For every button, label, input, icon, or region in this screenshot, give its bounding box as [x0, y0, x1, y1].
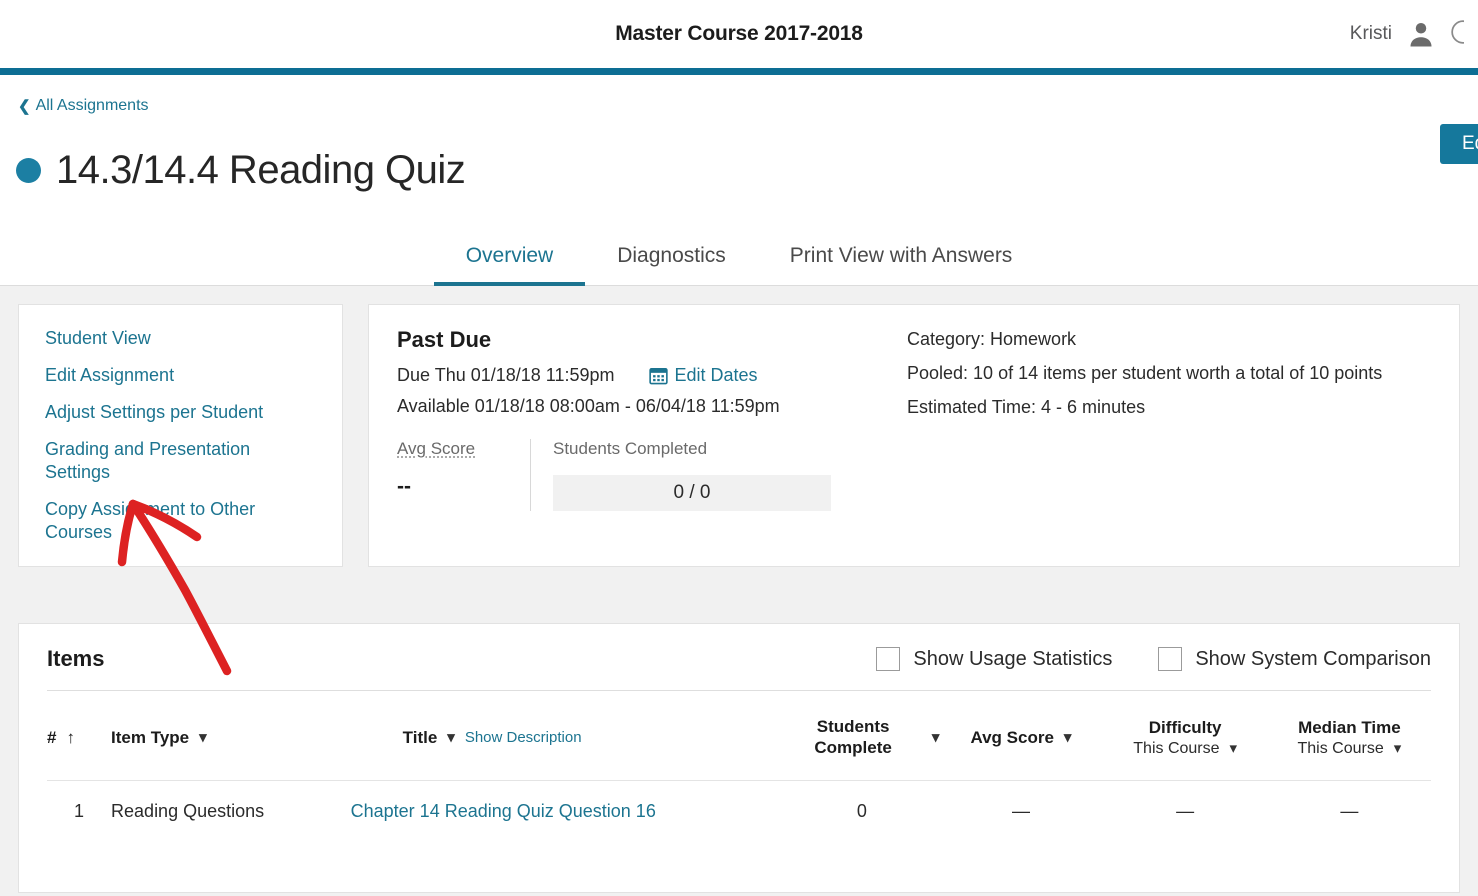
items-title: Items [47, 646, 105, 672]
table-row: 1 Reading Questions Chapter 14 Reading Q… [47, 781, 1431, 843]
status-dot-icon [16, 157, 41, 183]
edit-dates-link[interactable]: Edit Dates [648, 365, 758, 386]
column-subheader-median-time: This Course ▾ [1297, 739, 1402, 757]
assignment-actions-panel: Student View Edit Assignment Adjust Sett… [18, 304, 343, 568]
title-row: 14.3/14.4 Reading Quiz Edit [0, 116, 1478, 220]
show-usage-statistics-checkbox[interactable] [876, 647, 901, 672]
row-students-complete: 0 [856, 801, 867, 822]
chevron-left-icon: ❮ [18, 97, 31, 115]
row-number: 1 [74, 801, 85, 822]
items-panel-header: Items Show Usage Statistics Show System … [47, 646, 1431, 692]
sort-ascending-arrow-icon[interactable]: ↑ [66, 728, 75, 748]
sort-updown-icon[interactable]: ▾ [1394, 740, 1402, 755]
link-grading-and-presentation-settings[interactable]: Grading and Presentation Settings [45, 438, 285, 484]
user-name: Kristi [1349, 23, 1392, 44]
row-title-cell: Chapter 14 Reading Quiz Question 16 [351, 781, 785, 843]
column-label-number: # [47, 727, 57, 747]
column-label-difficulty: Difficulty [1148, 717, 1222, 737]
assignment-info-left: Past Due Due Thu 01/18/18 11:59pm Edit D… [397, 327, 907, 542]
row-difficulty: — [1176, 801, 1195, 822]
column-label-students-complete: Students Complete [814, 717, 892, 757]
assignment-stats-row: Avg Score -- Students Completed 0 / 0 [397, 439, 907, 512]
assignment-info-right: Category: Homework Pooled: 10 of 14 item… [907, 327, 1431, 542]
avg-score-stat: Avg Score -- [397, 439, 531, 512]
available-dates-text: Available 01/18/18 08:00am - 06/04/18 11… [397, 396, 780, 417]
header-accent-rule [0, 68, 1478, 75]
sort-updown-icon[interactable]: ▾ [447, 729, 455, 744]
sort-updown-icon[interactable]: ▾ [1064, 729, 1072, 744]
tab-bar: Overview Diagnostics Print View with Ans… [0, 235, 1478, 287]
toggle-show-usage-statistics[interactable]: Show Usage Statistics [876, 647, 1113, 672]
page-title: 14.3/14.4 Reading Quiz [56, 148, 466, 193]
top-bar-secondary-icon[interactable] [1450, 19, 1464, 49]
items-toggles: Show Usage Statistics Show System Compar… [876, 647, 1431, 672]
column-header-difficulty: Difficulty This Course ▾ [1102, 691, 1268, 782]
top-bar: Master Course 2017-2018 Kristi [0, 0, 1478, 68]
column-header-item-type: Item Type ▾ [111, 691, 351, 782]
column-subheader-difficulty: This Course ▾ [1133, 739, 1238, 757]
items-table-header-row: # ↑ Item Type ▾ Title ▾ Show Description [47, 691, 1431, 782]
breadcrumb-label: All Assignments [35, 97, 149, 114]
items-panel: Items Show Usage Statistics Show System … [18, 623, 1460, 894]
summary-cards-row: Student View Edit Assignment Adjust Sett… [18, 304, 1460, 568]
show-system-comparison-checkbox[interactable] [1158, 647, 1183, 672]
user-avatar-icon[interactable] [1406, 19, 1436, 49]
show-system-comparison-label: Show System Comparison [1195, 647, 1431, 670]
column-label-title: Title [402, 727, 438, 747]
students-completed-stat: Students Completed 0 / 0 [531, 439, 853, 512]
sort-updown-icon[interactable]: ▾ [199, 729, 207, 744]
sort-updown-icon[interactable]: ▾ [1230, 740, 1238, 755]
edit-dates-label: Edit Dates [674, 365, 758, 386]
tab-diagnostics[interactable]: Diagnostics [585, 236, 758, 286]
show-usage-statistics-label: Show Usage Statistics [913, 647, 1113, 670]
edit-button[interactable]: Edit [1440, 123, 1478, 164]
row-avg-score: — [1011, 801, 1030, 822]
main-content: Student View Edit Assignment Adjust Sett… [0, 286, 1478, 894]
avg-score-value: -- [397, 475, 411, 499]
row-median-time: — [1340, 801, 1359, 822]
items-table: # ↑ Item Type ▾ Title ▾ Show Description [47, 691, 1431, 842]
column-header-students-complete: Students Complete ▾ [784, 691, 940, 782]
category-text: Category: Homework [907, 329, 1077, 350]
calendar-icon [648, 366, 668, 385]
pooled-text: Pooled: 10 of 14 items per student worth… [907, 363, 1383, 384]
course-title: Master Course 2017-2018 [615, 22, 863, 45]
toggle-show-system-comparison[interactable]: Show System Comparison [1158, 647, 1431, 672]
link-edit-assignment[interactable]: Edit Assignment [45, 364, 285, 387]
assignment-status: Past Due [397, 327, 492, 353]
sort-updown-icon[interactable]: ▾ [932, 729, 940, 744]
link-adjust-settings-per-student[interactable]: Adjust Settings per Student [45, 401, 285, 424]
show-description-link[interactable]: Show Description [465, 729, 582, 746]
tab-print-view-with-answers[interactable]: Print View with Answers [758, 236, 1045, 286]
due-date-text: Due Thu 01/18/18 11:59pm [397, 365, 615, 386]
assignment-info-panel: Past Due Due Thu 01/18/18 11:59pm Edit D… [368, 304, 1460, 568]
students-completed-value: 0 / 0 [553, 475, 831, 512]
column-header-number: # ↑ [47, 691, 112, 782]
page-header: ❮ All Assignments 14.3/14.4 Reading Quiz… [0, 75, 1478, 287]
top-bar-user-area: Kristi [1350, 0, 1464, 68]
row-item-type: Reading Questions [111, 801, 265, 822]
breadcrumb-all-assignments[interactable]: ❮ All Assignments [0, 75, 149, 115]
tab-overview[interactable]: Overview [433, 236, 586, 287]
column-label-median-time: Median Time [1298, 717, 1401, 737]
row-title-link[interactable]: Chapter 14 Reading Quiz Question 16 [351, 801, 656, 821]
estimated-time-text: Estimated Time: 4 - 6 minutes [907, 397, 1146, 418]
students-completed-label: Students Completed [553, 439, 708, 459]
column-label-avg-score: Avg Score [970, 727, 1054, 747]
link-student-view[interactable]: Student View [45, 327, 285, 350]
due-date-row: Due Thu 01/18/18 11:59pm Edit Dates [397, 365, 907, 386]
column-header-avg-score: Avg Score ▾ [939, 691, 1103, 782]
avg-score-label[interactable]: Avg Score [397, 439, 475, 459]
column-label-item-type: Item Type [111, 727, 190, 747]
column-header-title: Title ▾ Show Description [350, 691, 785, 782]
link-copy-assignment-to-other-courses[interactable]: Copy Assignment to Other Courses [45, 498, 285, 544]
column-header-median-time: Median Time This Course ▾ [1267, 691, 1431, 782]
